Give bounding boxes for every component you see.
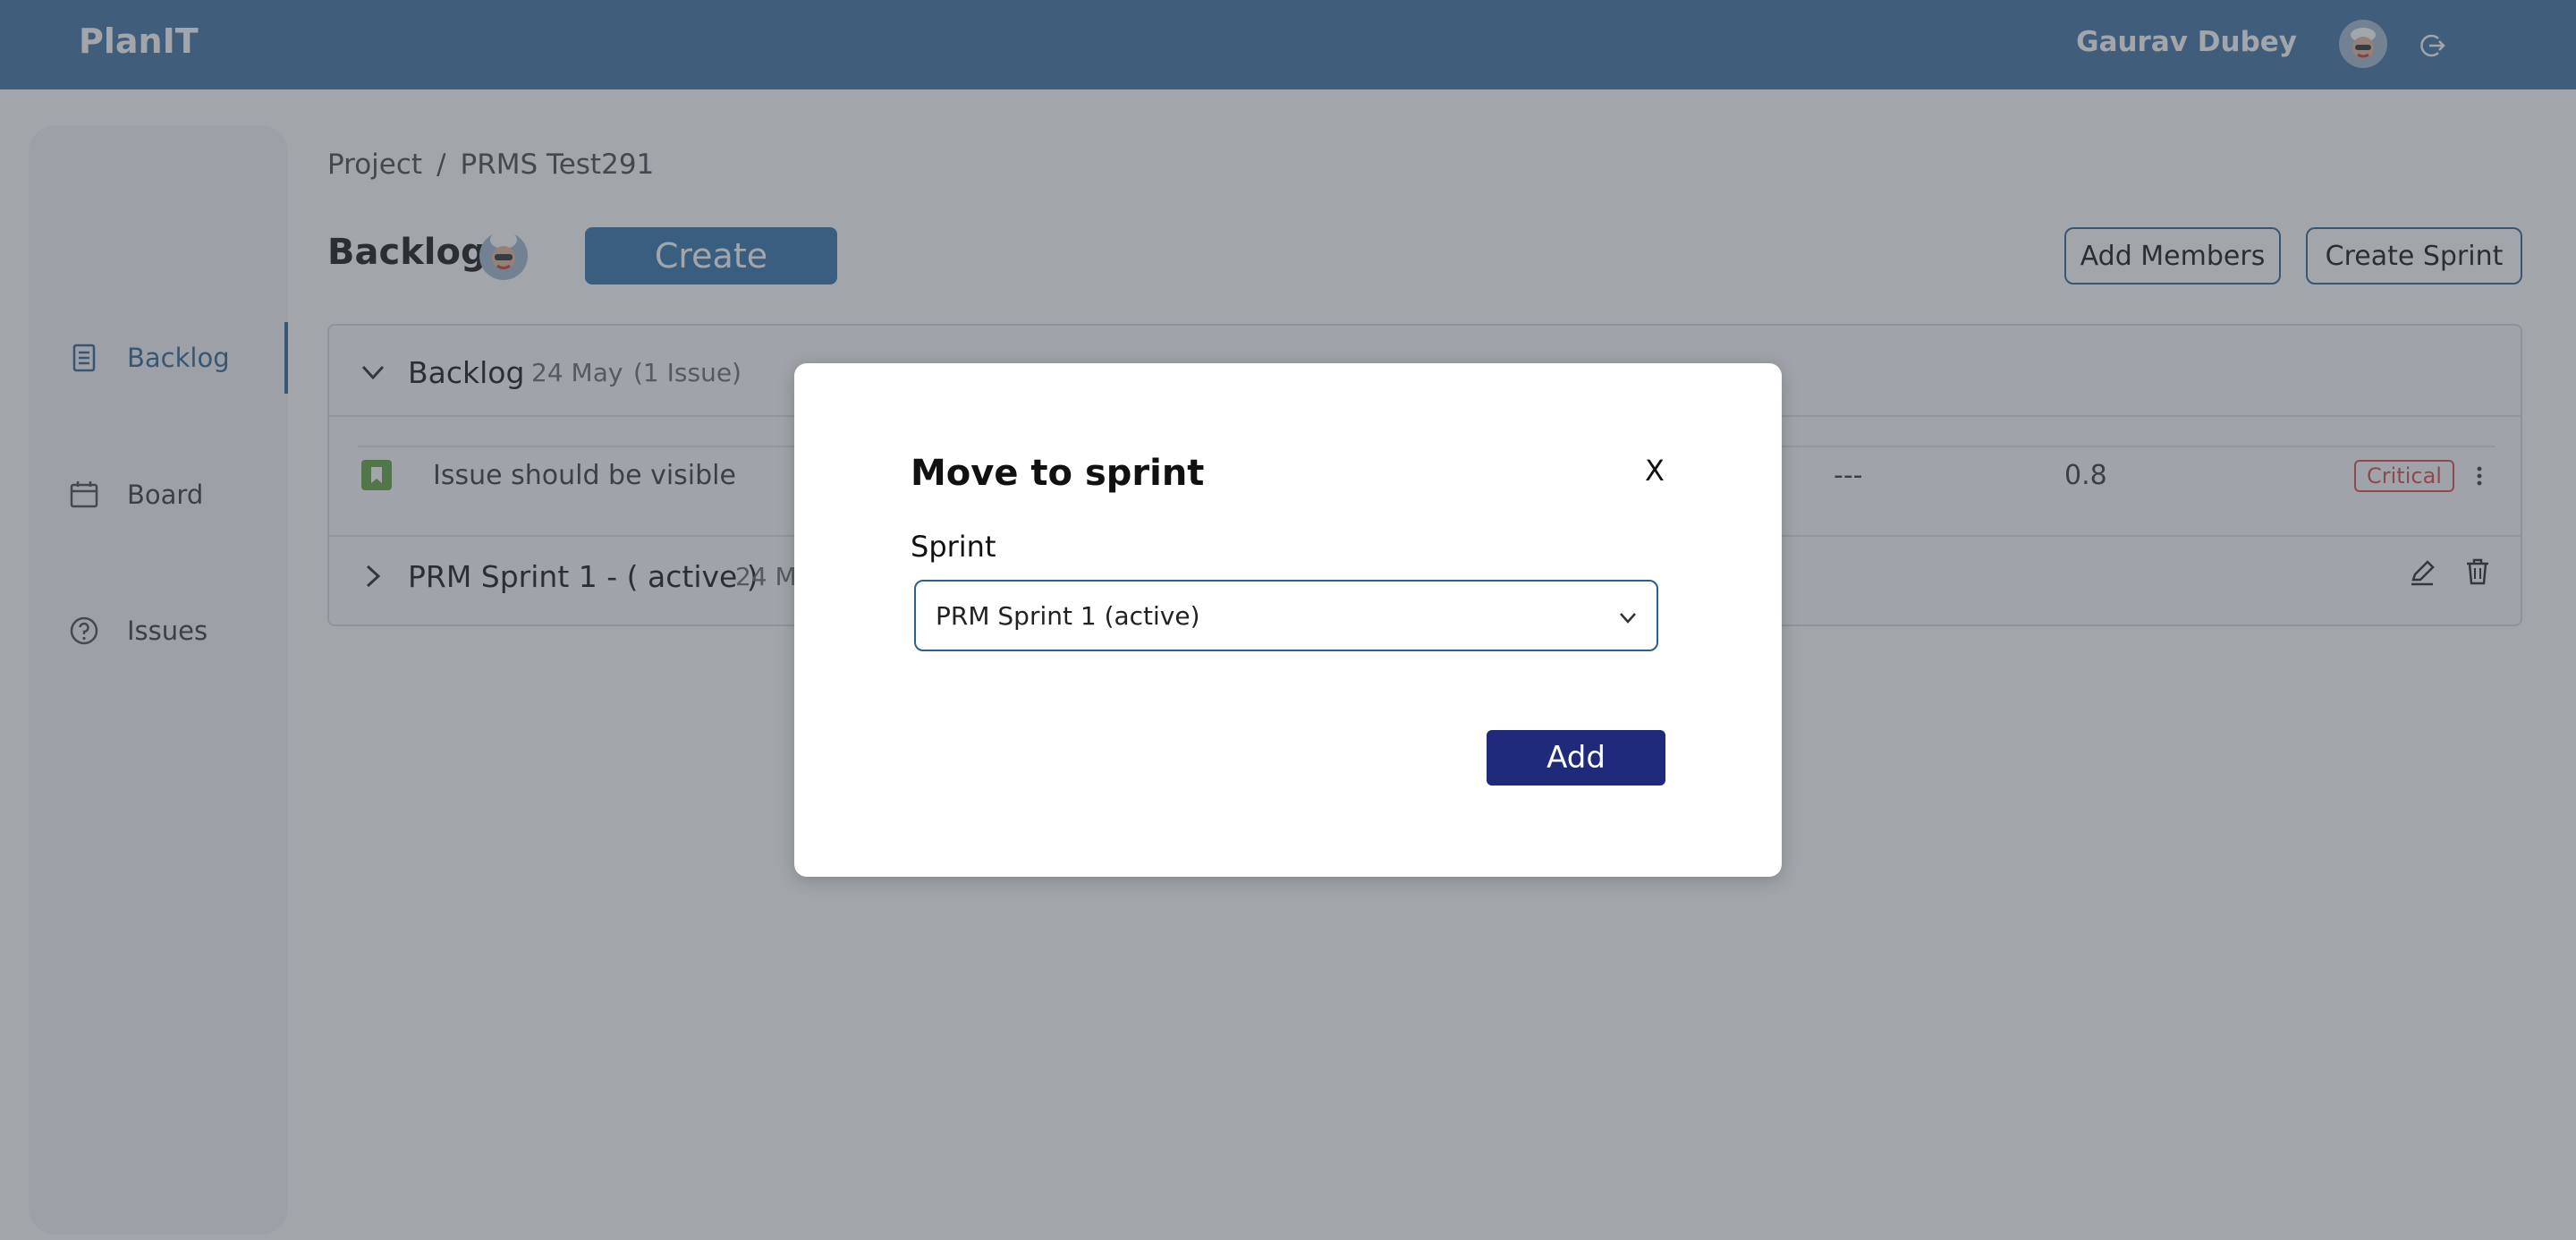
dialog-title: Move to sprint [911,453,1205,494]
sprint-field-label: Sprint [911,530,996,564]
close-button[interactable]: X [1635,451,1674,490]
sprint-select[interactable]: PRM Sprint 1 (active) [914,580,1658,651]
add-button[interactable]: Add [1487,730,1665,786]
sprint-select-value: PRM Sprint 1 (active) [936,600,1200,631]
move-to-sprint-dialog: Move to sprint X Sprint PRM Sprint 1 (ac… [794,363,1782,877]
chevron-down-icon [1615,605,1640,630]
